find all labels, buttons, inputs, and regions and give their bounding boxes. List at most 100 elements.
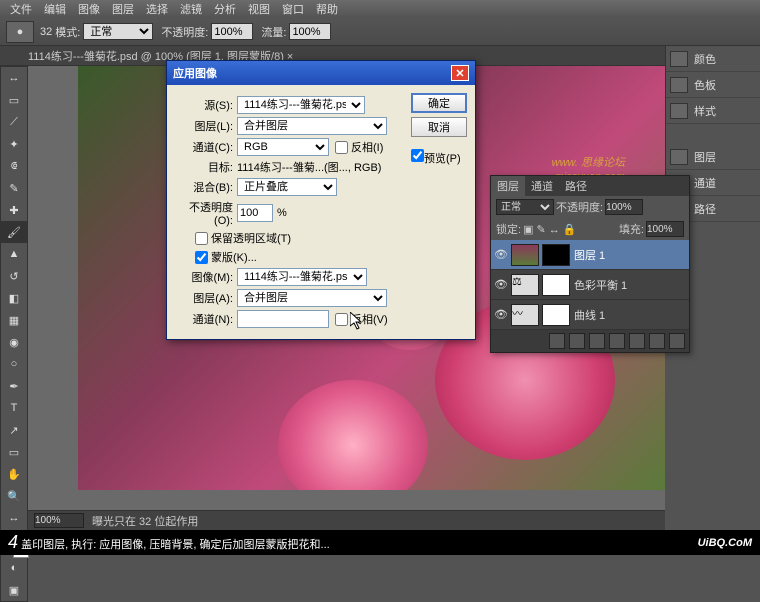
dock-styles[interactable]: 样式 bbox=[666, 98, 760, 124]
lock-label: 锁定: bbox=[496, 221, 521, 237]
visibility-icon[interactable]: 👁 bbox=[494, 308, 508, 322]
layer-row[interactable]: 👁 〰 曲线 1 bbox=[491, 300, 689, 330]
blend-mode-select[interactable]: 正常 bbox=[496, 199, 554, 215]
eraser-tool[interactable]: ◧ bbox=[1, 287, 27, 309]
brush-preset-icon[interactable]: ● bbox=[6, 21, 34, 43]
dodge-tool[interactable]: ○ bbox=[1, 353, 27, 375]
screenmode-tool[interactable]: ▣ bbox=[1, 579, 27, 601]
target-label: 目标: bbox=[175, 159, 233, 175]
wand-tool[interactable]: ✦ bbox=[1, 133, 27, 155]
menu-select[interactable]: 选择 bbox=[146, 1, 168, 17]
preview-checkbox[interactable] bbox=[411, 149, 424, 162]
blur-tool[interactable]: ◉ bbox=[1, 331, 27, 353]
hand-tool[interactable]: ✋ bbox=[1, 463, 27, 485]
mask-checkbox[interactable] bbox=[195, 251, 208, 264]
lock-icons[interactable]: ▣ ✎ ↔ 🔒 bbox=[523, 223, 576, 236]
new-layer-icon[interactable] bbox=[649, 333, 665, 349]
fx-icon[interactable] bbox=[569, 333, 585, 349]
adjustment-icon[interactable] bbox=[609, 333, 625, 349]
layers-icon bbox=[670, 149, 688, 165]
mlayer-label: 图层(A): bbox=[175, 290, 233, 306]
mchannel-select[interactable]: 灰色 bbox=[237, 310, 329, 328]
preserve-checkbox[interactable] bbox=[195, 232, 208, 245]
dock-layers[interactable]: 图层 bbox=[666, 144, 760, 170]
crop-tool[interactable]: ⟃ bbox=[1, 155, 27, 177]
quickmask-tool[interactable]: ◐ bbox=[1, 557, 27, 579]
layer-thumbnail[interactable] bbox=[511, 244, 539, 266]
layer-row[interactable]: 👁 ⚖ 色彩平衡 1 bbox=[491, 270, 689, 300]
dock-swatches[interactable]: 色板 bbox=[666, 72, 760, 98]
adjustment-thumbnail[interactable]: 〰 bbox=[511, 304, 539, 326]
invert1-checkbox[interactable] bbox=[335, 141, 348, 154]
ok-button[interactable]: 确定 bbox=[411, 93, 467, 113]
image-select[interactable]: 1114练习---雏菊花.psd bbox=[237, 268, 367, 286]
mask-icon[interactable] bbox=[589, 333, 605, 349]
cancel-button[interactable]: 取消 bbox=[411, 117, 467, 137]
menu-filter[interactable]: 滤镜 bbox=[180, 1, 202, 17]
menu-help[interactable]: 帮助 bbox=[316, 1, 338, 17]
mask-thumbnail[interactable] bbox=[542, 274, 570, 296]
blend-select[interactable]: 正片叠底 bbox=[237, 178, 337, 196]
flow-input[interactable] bbox=[289, 23, 331, 40]
marquee-tool[interactable]: ▭ bbox=[1, 89, 27, 111]
dock-color[interactable]: 颜色 bbox=[666, 46, 760, 72]
caption-text: 盖印图层, 执行: 应用图像, 压暗背景, 确定后加图层蒙版把花和... bbox=[21, 539, 330, 551]
dlg-opacity-input[interactable] bbox=[237, 204, 273, 222]
menu-analysis[interactable]: 分析 bbox=[214, 1, 236, 17]
lp-opacity-input[interactable] bbox=[605, 199, 643, 215]
opacity-unit: % bbox=[277, 207, 287, 219]
visibility-icon[interactable]: 👁 bbox=[494, 248, 508, 262]
eyedropper-tool[interactable]: ✎ bbox=[1, 177, 27, 199]
source-select[interactable]: 1114练习---雏菊花.psd bbox=[237, 96, 365, 114]
mask-thumbnail[interactable] bbox=[542, 304, 570, 326]
menu-layer[interactable]: 图层 bbox=[112, 1, 134, 17]
tab-channels[interactable]: 通道 bbox=[525, 176, 559, 196]
path-tool[interactable]: ↗ bbox=[1, 419, 27, 441]
zoom-input[interactable] bbox=[34, 513, 84, 528]
heal-tool[interactable]: ✚ bbox=[1, 199, 27, 221]
fill-input[interactable] bbox=[646, 221, 684, 237]
invert2-checkbox[interactable] bbox=[335, 313, 348, 326]
visibility-icon[interactable]: 👁 bbox=[494, 278, 508, 292]
pen-tool[interactable]: ✒ bbox=[1, 375, 27, 397]
fill-label: 填充: bbox=[619, 221, 644, 237]
mask-thumbnail[interactable] bbox=[542, 244, 570, 266]
link-layers-icon[interactable] bbox=[549, 333, 565, 349]
layer-row[interactable]: 👁 图层 1 bbox=[491, 240, 689, 270]
menu-window[interactable]: 窗口 bbox=[282, 1, 304, 17]
layer-select[interactable]: 合并图层 bbox=[237, 117, 387, 135]
image-label: 图像(M): bbox=[175, 269, 233, 285]
group-icon[interactable] bbox=[629, 333, 645, 349]
swap-colors-icon[interactable]: ↔ bbox=[1, 507, 27, 529]
menu-view[interactable]: 视图 bbox=[248, 1, 270, 17]
zoom-tool[interactable]: 🔍 bbox=[1, 485, 27, 507]
lasso-tool[interactable]: ⟋ bbox=[1, 111, 27, 133]
close-icon[interactable]: ✕ bbox=[451, 65, 469, 81]
channel-label: 通道(C): bbox=[175, 139, 233, 155]
layer-name[interactable]: 曲线 1 bbox=[574, 307, 605, 323]
adjustment-thumbnail[interactable]: ⚖ bbox=[511, 274, 539, 296]
preserve-label: 保留透明区域(T) bbox=[211, 230, 291, 246]
apply-image-dialog: 应用图像 ✕ 确定 取消 预览(P) 源(S):1114练习---雏菊花.psd… bbox=[166, 60, 476, 340]
menu-file[interactable]: 文件 bbox=[10, 1, 32, 17]
history-brush-tool[interactable]: ↺ bbox=[1, 265, 27, 287]
layer-name[interactable]: 图层 1 bbox=[574, 247, 605, 263]
shape-tool[interactable]: ▭ bbox=[1, 441, 27, 463]
mlayer-select[interactable]: 合并图层 bbox=[237, 289, 387, 307]
mode-select[interactable]: 正常 bbox=[83, 23, 153, 40]
opacity-input[interactable] bbox=[211, 23, 253, 40]
menu-image[interactable]: 图像 bbox=[78, 1, 100, 17]
brush-tool[interactable]: 🖌 bbox=[1, 221, 27, 243]
layers-footer bbox=[491, 330, 689, 352]
move-tool[interactable]: ↔ bbox=[1, 67, 27, 89]
type-tool[interactable]: T bbox=[1, 397, 27, 419]
trash-icon[interactable] bbox=[669, 333, 685, 349]
layer-name[interactable]: 色彩平衡 1 bbox=[574, 277, 627, 293]
stamp-tool[interactable]: ▲ bbox=[1, 243, 27, 265]
tab-paths[interactable]: 路径 bbox=[559, 176, 593, 196]
channel-select[interactable]: RGB bbox=[237, 138, 329, 156]
dialog-titlebar[interactable]: 应用图像 ✕ bbox=[167, 61, 475, 85]
tab-layers[interactable]: 图层 bbox=[491, 176, 525, 196]
gradient-tool[interactable]: ▦ bbox=[1, 309, 27, 331]
menu-edit[interactable]: 编辑 bbox=[44, 1, 66, 17]
